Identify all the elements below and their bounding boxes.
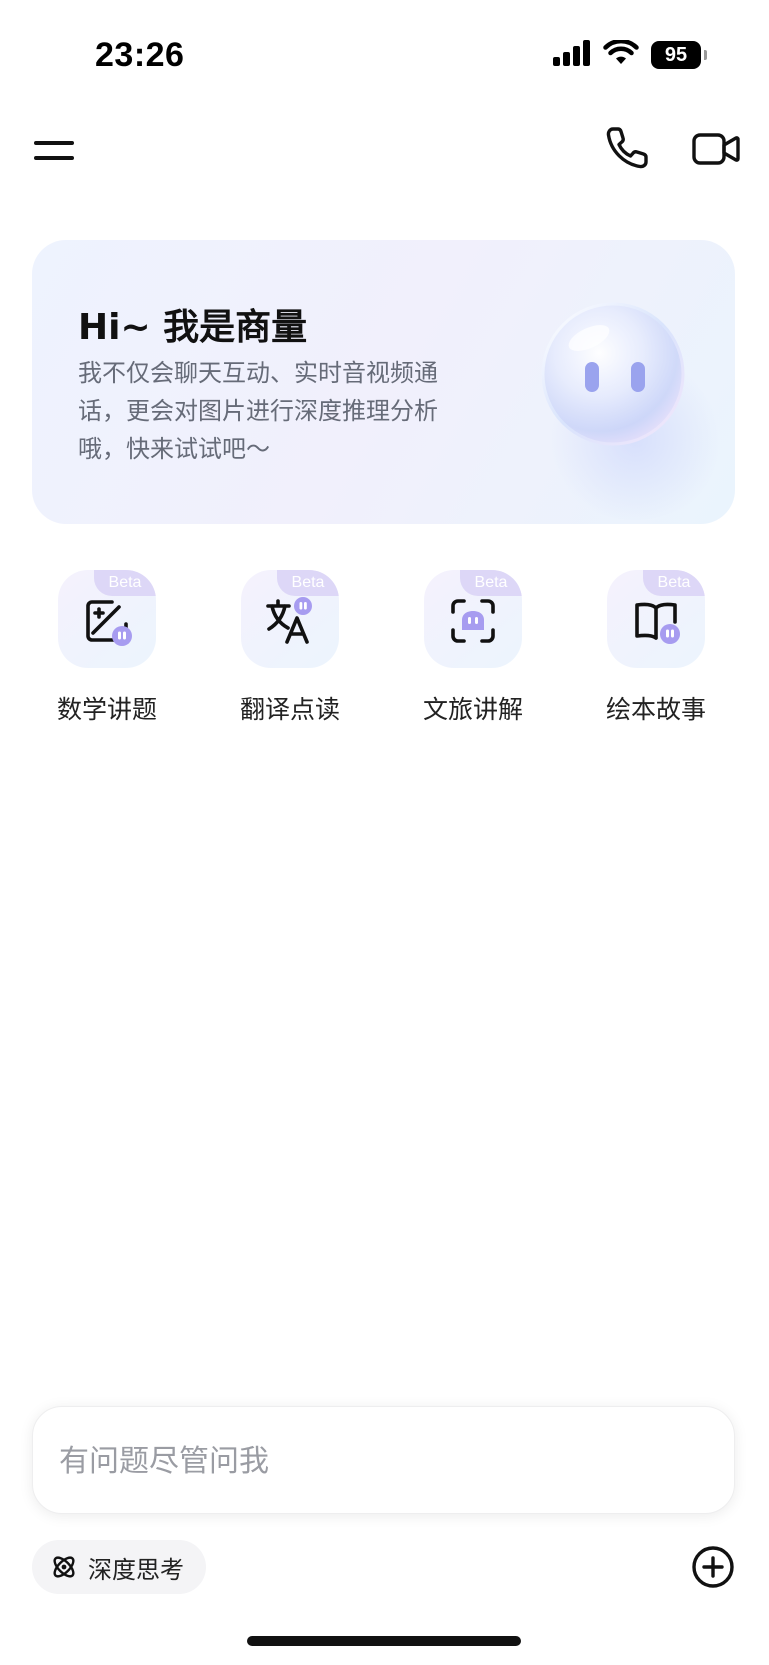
signal-icon	[553, 40, 591, 70]
welcome-card: Hi~ 我是商量 我不仅会聊天互动、实时音视频通话，更会对图片进行深度推理分析哦…	[32, 240, 735, 524]
feature-travel-guide-label: 文旅讲解	[422, 695, 523, 724]
feature-picture-book[interactable]: Beta 绘本故事	[571, 570, 741, 726]
beta-badge: Beta	[643, 570, 705, 596]
feature-picture-book-tile: Beta	[607, 570, 705, 668]
feature-picture-book-label: 绘本故事	[605, 695, 706, 724]
video-call-button[interactable]	[691, 126, 741, 172]
beta-badge: Beta	[94, 570, 156, 596]
phone-icon	[606, 127, 648, 169]
deep-think-label: 深度思考	[88, 1555, 184, 1584]
translate-icon	[266, 597, 312, 644]
top-bar	[0, 120, 769, 180]
status-bar: 23:26 95	[0, 0, 769, 110]
welcome-title: Hi~ 我是商量	[78, 307, 308, 348]
feature-math-tile: Beta	[58, 570, 156, 668]
feature-shortcuts: Beta 数学讲题 Beta 翻译点读 Beta 文旅讲解 Beta 绘本故事	[0, 570, 769, 730]
math-image-icon	[86, 600, 132, 646]
home-indicator	[247, 1636, 521, 1646]
scan-guide-icon	[451, 599, 495, 643]
feature-math-label: 数学讲题	[56, 695, 157, 724]
chat-input-box[interactable]	[32, 1406, 735, 1514]
beta-badge: Beta	[277, 570, 339, 596]
welcome-description: 我不仅会聊天互动、实时音视频通话，更会对图片进行深度推理分析哦，快来试试吧～	[78, 359, 438, 463]
menu-icon	[34, 141, 74, 160]
picture-book-icon	[635, 602, 680, 644]
feature-travel-guide[interactable]: Beta 文旅讲解	[388, 570, 558, 726]
wifi-icon	[603, 38, 639, 70]
chat-input[interactable]	[57, 1431, 701, 1491]
feature-translate-label: 翻译点读	[239, 695, 340, 724]
feature-math[interactable]: Beta 数学讲题	[22, 570, 192, 726]
feature-translate[interactable]: Beta 翻译点读	[205, 570, 375, 726]
feature-travel-guide-tile: Beta	[424, 570, 522, 668]
battery-icon: 95	[651, 41, 707, 69]
deep-think-toggle[interactable]: 深度思考	[32, 1540, 206, 1594]
app-screen: 23:26 95 Hi~ 我是商量 我不仅会聊天互动、实时音视频通话，更会对图片…	[0, 0, 769, 1665]
mascot-bubble-icon	[541, 302, 685, 446]
plus-circle-icon	[692, 1546, 734, 1588]
voice-call-button[interactable]	[603, 124, 651, 172]
video-call-icon	[692, 133, 740, 165]
menu-button[interactable]	[34, 130, 76, 170]
atom-icon	[53, 1556, 75, 1578]
status-icons: 95	[553, 38, 707, 70]
status-time: 23:26	[95, 36, 185, 74]
beta-badge: Beta	[460, 570, 522, 596]
feature-translate-tile: Beta	[241, 570, 339, 668]
battery-level: 95	[664, 43, 688, 66]
add-attachment-button[interactable]	[691, 1545, 735, 1589]
